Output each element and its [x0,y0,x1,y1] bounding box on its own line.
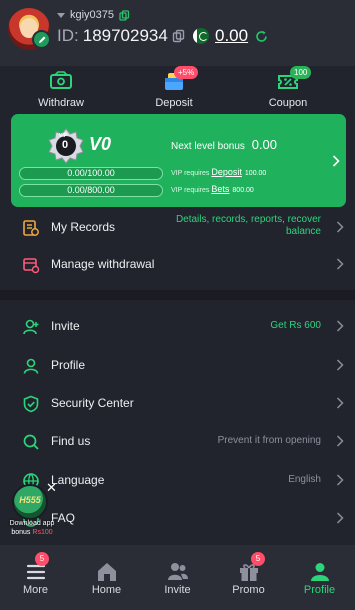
bets-requirement: VIP requires Bets 800.00 [171,184,254,194]
username: kgiy0375 [70,9,115,21]
records-icon [23,220,39,236]
withdraw-button[interactable]: Withdraw [21,66,101,112]
vip-emblem-level: 0 [62,139,69,151]
deposit-progress-bar: 0.00/100.00 [19,167,163,180]
users-icon [168,563,188,580]
shield-icon [23,395,39,413]
deposit-requirement: VIP requires Deposit 100.00 [171,167,266,177]
menu-invite[interactable]: Invite Get Rs 600 [0,307,355,345]
withdraw-label: Withdraw [38,97,84,109]
deposit-button[interactable]: +5% Deposit [134,66,214,112]
vip-card[interactable]: VIP 0 V0 Next level bonus 0.00 0.00/100.… [11,114,346,207]
close-icon[interactable]: ✕ [46,480,57,496]
currency-flag-icon [193,28,209,44]
nav-label: Invite [164,584,191,596]
chevron-right-icon [336,474,344,486]
download-app-promo[interactable]: H555 ✕ Download app bonus Rs100 [6,480,58,538]
promo-bonus: bonus Rs100 [6,529,58,536]
menu-security-center[interactable]: Security Center [0,384,355,422]
deposit-badge: +5% [174,66,199,79]
nav-home[interactable]: Home [71,545,142,610]
menu-manage-withdrawal[interactable]: Manage withdrawal [0,245,355,283]
deposit-req-prefix: VIP requires [171,170,210,177]
menu-label: Profile [51,358,86,372]
nav-promo[interactable]: 5 Promo [213,545,284,610]
home-icon [98,563,116,581]
app-logo-text: H555 [19,495,41,505]
bets-link[interactable]: Bets [211,184,229,194]
coupon-badge: 100 [290,66,312,79]
menu-label: Find us [51,434,91,448]
chevron-right-icon [336,512,344,524]
deposit-label: Deposit [155,97,193,109]
menu-value: Get Rs 600 [270,320,321,331]
profile-icon [311,563,329,581]
manage-withdrawal-icon [23,258,40,274]
bottom-nav: 5 More Home Invite 5 Promo Profile [0,545,355,610]
edit-avatar-icon[interactable] [32,30,51,49]
section-divider [0,290,355,300]
user-id: 189702934 [82,26,168,45]
profile-header: kgiy0375 ID: 189702934 0.00 [0,0,355,66]
menu-my-records[interactable]: My Records Details, records, reports, re… [0,207,355,247]
deposit-link[interactable]: Deposit [211,167,242,177]
profile-icon [23,358,39,374]
chevron-right-icon [336,435,344,447]
withdraw-icon [50,71,72,89]
copy-id-icon[interactable] [172,29,186,43]
bets-progress-bar: 0.00/800.00 [19,184,163,197]
nav-badge: 5 [251,552,265,566]
menu-label: Security Center [51,396,134,410]
chevron-right-icon [332,155,340,167]
deposit-req-amount: 100.00 [244,170,267,177]
chevron-right-icon [336,258,344,270]
menu-find-us[interactable]: Find us Prevent it from opening [0,422,355,460]
search-icon [23,434,39,450]
chevron-right-icon [336,397,344,409]
chevron-right-icon [336,221,344,233]
copy-icon[interactable] [119,9,130,21]
id-label: ID: [57,26,79,45]
menu-value: Prevent it from opening [217,435,321,446]
next-level-bonus: Next level bonus 0.00 [171,137,277,152]
nav-label: Promo [232,584,265,596]
promo-bonus-amount: Rs100 [32,529,53,536]
nav-invite[interactable]: Invite [142,545,213,610]
menu-value: English [288,474,321,485]
nav-profile[interactable]: Profile [284,545,355,610]
menu-profile[interactable]: Profile [0,346,355,384]
bets-req-amount: 800.00 [232,187,254,194]
caret-down-icon [57,12,65,18]
coupon-label: Coupon [268,97,308,109]
promo-bonus-prefix: bonus [11,529,31,536]
nav-badge: 5 [35,552,49,566]
invite-icon [23,319,39,335]
promo-caption: Download app [9,520,55,527]
bets-req-prefix: VIP requires [171,187,210,194]
nav-label: Home [91,584,122,596]
menu-label: Language [51,473,105,487]
chevron-right-icon [336,320,344,332]
next-bonus-label: Next level bonus [171,141,245,152]
vip-level: V0 [89,134,112,154]
menu-value: Details, records, reports, recover balan… [175,214,321,237]
menu-label: Manage withdrawal [51,257,155,271]
nav-label: More [22,584,49,596]
nav-more[interactable]: 5 More [0,545,71,610]
chevron-right-icon [336,359,344,371]
coupon-button[interactable]: 100 Coupon [248,66,328,112]
menu-label: Invite [51,319,80,333]
refresh-icon[interactable] [254,29,269,44]
menu-label: My Records [51,220,116,234]
nav-label: Profile [303,584,336,596]
balance-amount: 0.00 [215,26,249,45]
next-bonus-value: 0.00 [251,137,278,152]
quick-actions: Withdraw +5% Deposit 100 Coupon [0,66,355,112]
